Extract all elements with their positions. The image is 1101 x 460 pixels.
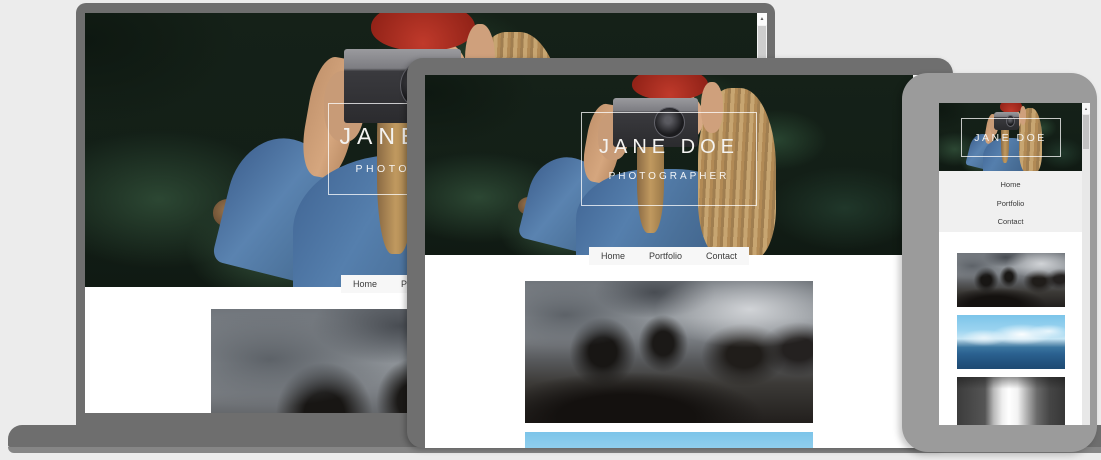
red-beanie <box>371 13 475 51</box>
portfolio-image-rocky-seascape[interactable] <box>525 281 813 423</box>
red-beanie <box>632 75 708 100</box>
tablet-bezel: JANE DOE PHOTOGRAPHER Home Portfolio Con… <box>407 58 953 448</box>
scrollbar[interactable]: ▲ <box>1082 103 1090 425</box>
responsive-preview-canvas: JANE DOE PHOTOGRAPHER Home Portfolio Con… <box>0 0 1101 460</box>
site-title: JANE DOE <box>974 132 1047 144</box>
scroll-up-icon: ▲ <box>760 16 765 22</box>
hero-image: JANE DOE PHOTOGRAPHER <box>425 75 913 255</box>
main-nav: Home Portfolio Contact <box>939 171 1082 232</box>
nav-contact[interactable]: Contact <box>706 251 737 261</box>
nav-home[interactable]: Home <box>601 251 625 261</box>
hero-image: JANE DOE <box>939 103 1082 171</box>
scroll-up-icon: ▲ <box>1084 106 1088 111</box>
phone-screen: JANE DOE Home Portfolio Contact ▲ <box>939 103 1090 425</box>
nav-portfolio[interactable]: Portfolio <box>939 195 1082 214</box>
portfolio-image-ocean-horizon[interactable] <box>525 432 813 448</box>
scroll-up-button[interactable]: ▲ <box>757 13 767 25</box>
site-subtitle: PHOTOGRAPHER <box>609 171 730 182</box>
portfolio-image-waterfall[interactable] <box>957 377 1065 425</box>
site-title: JANE DOE <box>599 136 739 159</box>
nav-home[interactable]: Home <box>353 279 377 289</box>
site-title-box: JANE DOE PHOTOGRAPHER <box>581 112 757 206</box>
tablet-screen: JANE DOE PHOTOGRAPHER Home Portfolio Con… <box>425 75 923 448</box>
portfolio-image-rocky-seascape[interactable] <box>957 253 1065 307</box>
main-nav: Home Portfolio Contact <box>589 247 749 265</box>
scroll-up-button[interactable]: ▲ <box>1082 103 1090 114</box>
portfolio-image-ocean-horizon[interactable] <box>957 315 1065 369</box>
nav-contact[interactable]: Contact <box>939 213 1082 232</box>
site-title-box: JANE DOE <box>961 118 1061 157</box>
nav-portfolio[interactable]: Portfolio <box>649 251 682 261</box>
nav-home[interactable]: Home <box>939 176 1082 195</box>
tablet-page: JANE DOE PHOTOGRAPHER Home Portfolio Con… <box>425 75 913 448</box>
phone-page: JANE DOE Home Portfolio Contact <box>939 103 1082 425</box>
phone-bezel: JANE DOE Home Portfolio Contact ▲ <box>902 73 1097 452</box>
scrollbar-thumb[interactable] <box>1083 115 1089 149</box>
